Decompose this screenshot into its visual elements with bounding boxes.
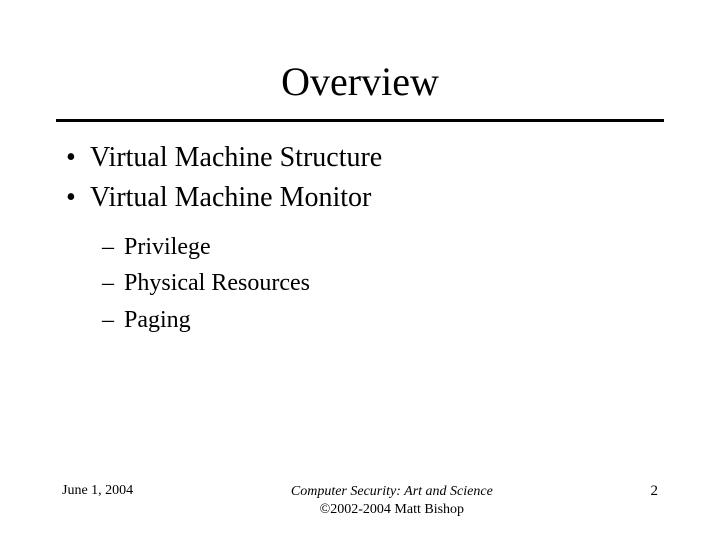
bullet-item: • Virtual Machine Structure <box>66 140 654 176</box>
slide: Overview • Virtual Machine Structure • V… <box>0 0 720 540</box>
sub-bullet-text: Paging <box>124 304 191 336</box>
dash-icon: – <box>102 307 124 334</box>
sub-bullet-item: – Privilege <box>102 231 654 263</box>
footer: June 1, 2004 Computer Security: Art and … <box>0 483 720 518</box>
footer-page-number: 2 <box>651 483 659 500</box>
sub-bullet-text: Physical Resources <box>124 267 310 299</box>
dash-icon: – <box>102 234 124 261</box>
content-area: • Virtual Machine Structure • Virtual Ma… <box>66 140 654 336</box>
sub-bullet-list: – Privilege – Physical Resources – Pagin… <box>102 231 654 336</box>
slide-title: Overview <box>0 0 720 119</box>
sub-bullet-text: Privilege <box>124 231 211 263</box>
title-rule <box>56 119 664 122</box>
bullet-text: Virtual Machine Structure <box>90 140 382 176</box>
bullet-item: • Virtual Machine Monitor <box>66 180 654 216</box>
bullet-dot-icon: • <box>66 184 90 212</box>
sub-bullet-item: – Physical Resources <box>102 267 654 299</box>
footer-date: June 1, 2004 <box>62 483 133 499</box>
sub-bullet-item: – Paging <box>102 304 654 336</box>
footer-center: Computer Security: Art and Science ©2002… <box>133 483 650 518</box>
bullet-dot-icon: • <box>66 144 90 172</box>
footer-book-title: Computer Security: Art and Science <box>133 483 650 501</box>
dash-icon: – <box>102 270 124 297</box>
bullet-text: Virtual Machine Monitor <box>90 180 371 216</box>
footer-copyright: ©2002-2004 Matt Bishop <box>133 501 650 519</box>
